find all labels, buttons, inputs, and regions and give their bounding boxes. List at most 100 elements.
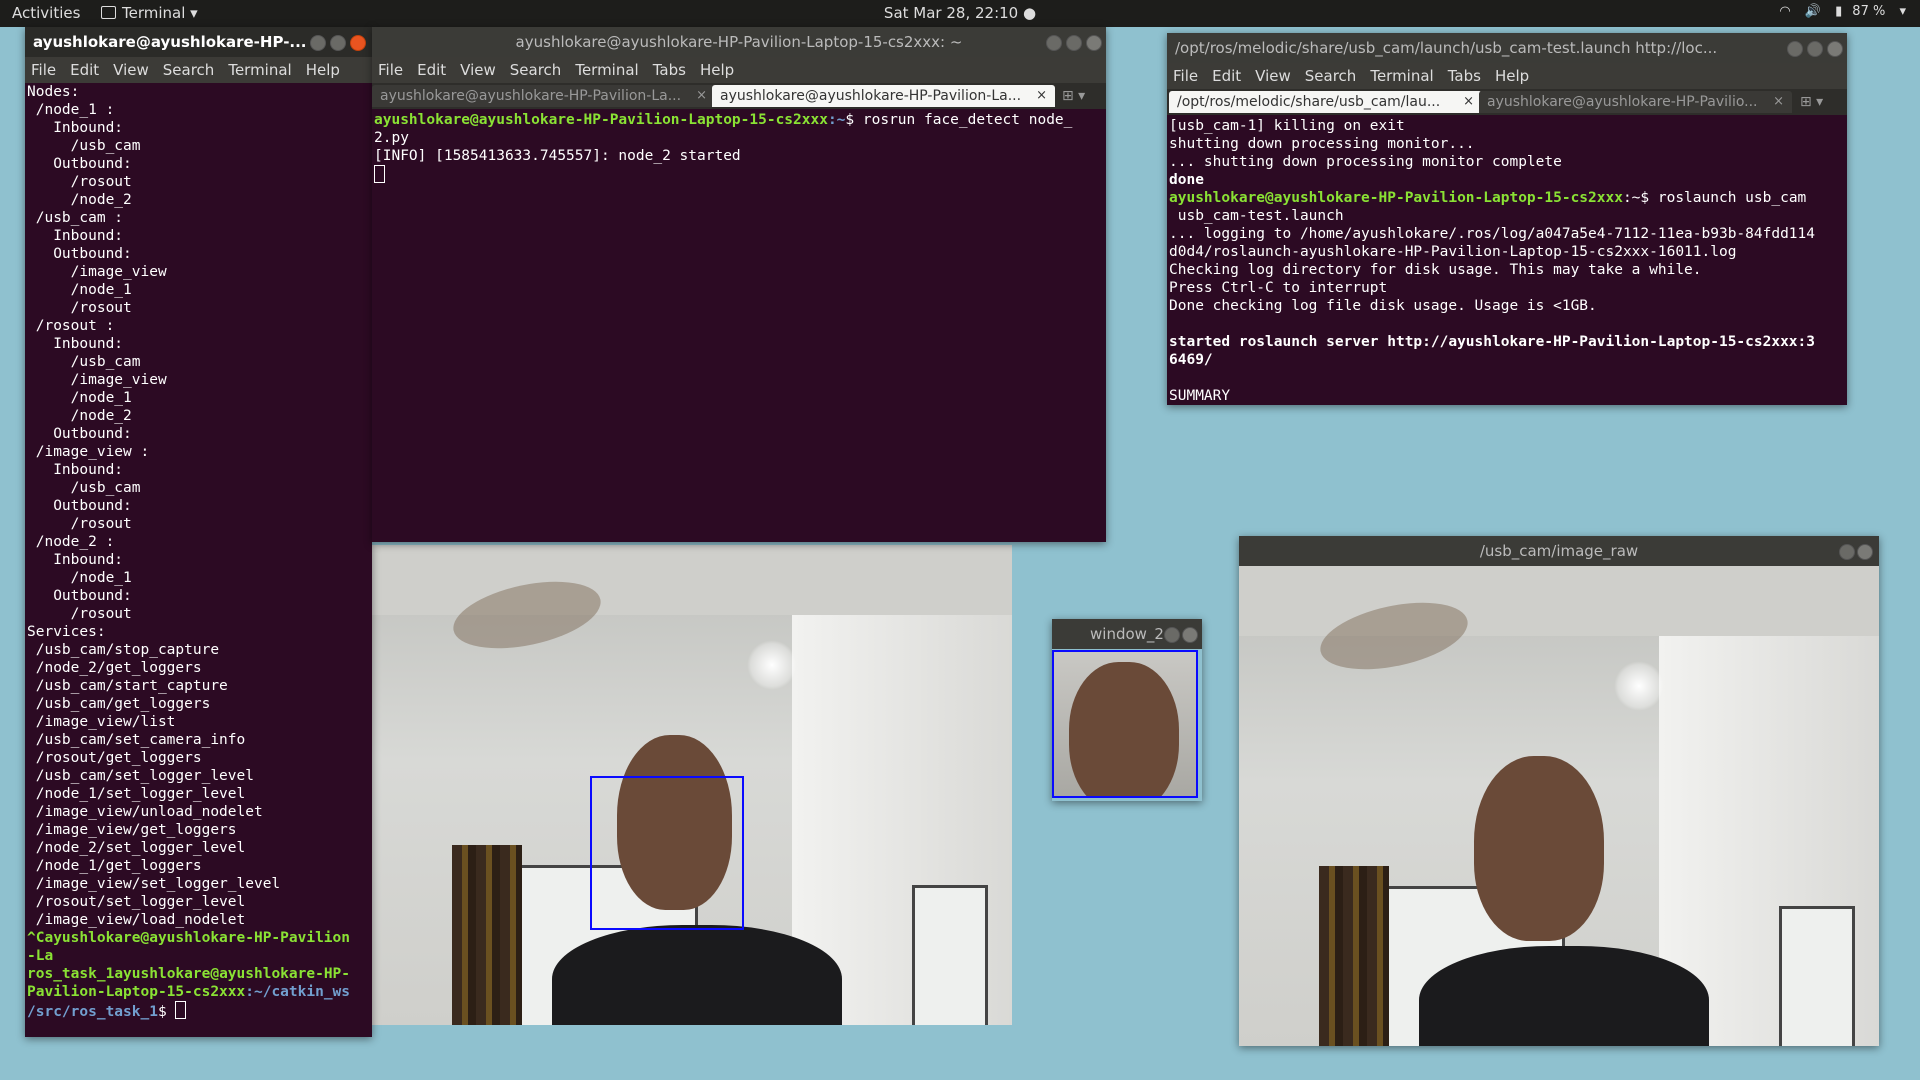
terminal-line: /rosout [27, 516, 132, 532]
menu-file[interactable]: File [1173, 67, 1198, 85]
tab-bar: /opt/ros/melodic/share/usb_cam/lau... × a… [1167, 89, 1847, 115]
maximize-button[interactable] [330, 35, 346, 51]
tab-1[interactable]: ayushlokare@ayushlokare-HP-Pavilion-La..… [372, 85, 715, 107]
terminal-line: /image_view/unload_nodelet [27, 804, 263, 820]
chevron-down-icon: ▾ [1899, 4, 1906, 19]
minimize-button[interactable] [1046, 35, 1062, 51]
maximize-button[interactable] [1807, 41, 1823, 57]
system-status[interactable]: ◠ 🔊 ▮ 87 % ▾ [1769, 4, 1906, 19]
terminal-line: Inbound: [27, 120, 124, 136]
menu-help[interactable]: Help [306, 61, 340, 79]
terminal-window-rosnode[interactable]: ayushlokare@ayushlokare-HP-... File Edit V… [25, 27, 372, 1037]
close-button[interactable] [1857, 544, 1873, 560]
terminal-window-face-detect[interactable]: ayushlokare@ayushlokare-HP-Pavilion-Lapt… [372, 27, 1106, 542]
menu-edit[interactable]: Edit [70, 61, 99, 79]
image-raw-window[interactable]: /usb_cam/image_raw [1239, 536, 1879, 1046]
menu-edit[interactable]: Edit [417, 61, 446, 79]
detected-face-box [590, 776, 744, 930]
close-tab-icon[interactable]: × [696, 85, 707, 107]
top-bar: Activities Terminal ▾ Sat Mar 28, 22:10 … [0, 0, 1920, 27]
terminal-output[interactable]: [usb_cam-1] killing on exit shutting down… [1167, 115, 1847, 405]
window-2-face-crop[interactable]: window_2 [1052, 619, 1202, 801]
terminal-line: /node_2 [27, 192, 132, 208]
menu-terminal[interactable]: Terminal [228, 61, 291, 79]
terminal-line: /usb_cam : [27, 210, 124, 226]
face-detect-feed [372, 545, 1012, 1025]
terminal-line: Inbound: [27, 552, 124, 568]
terminal-output[interactable]: Nodes: /node_1 : Inbound: /usb_cam Outbo… [25, 83, 372, 1037]
close-button[interactable] [1182, 627, 1198, 643]
terminal-line: /node_1 [27, 390, 132, 406]
close-tab-icon[interactable]: × [1463, 91, 1474, 113]
window-titlebar[interactable]: /opt/ros/melodic/share/usb_cam/launch/us… [1167, 33, 1847, 63]
tab-2[interactable]: ayushlokare@ayushlokare-HP-Pavilio... × [1479, 91, 1792, 113]
terminal-line: /node_2 : [27, 534, 115, 550]
terminal-line: /node_2 [27, 408, 132, 424]
menu-tabs[interactable]: Tabs [653, 61, 686, 79]
terminal-line: /image_view/list [27, 714, 176, 730]
close-button[interactable] [1827, 41, 1843, 57]
terminal-line: /usb_cam [27, 138, 141, 154]
window-titlebar[interactable]: ayushlokare@ayushlokare-HP-Pavilion-Lapt… [372, 27, 1106, 57]
terminal-line: Outbound: [27, 498, 132, 514]
terminal-line: /rosout [27, 606, 132, 622]
tab-2[interactable]: ayushlokare@ayushlokare-HP-Pavilion-La..… [712, 85, 1055, 107]
terminal-line: /rosout : [27, 318, 115, 334]
terminal-line: Inbound: [27, 228, 124, 244]
menu-terminal[interactable]: Terminal [575, 61, 638, 79]
terminal-line: /node_2/get_loggers [27, 660, 202, 676]
menu-search[interactable]: Search [510, 61, 562, 79]
menu-tabs[interactable]: Tabs [1448, 67, 1481, 85]
terminal-line: Services: [27, 624, 106, 640]
menu-bar: File Edit View Search Terminal Tabs Help [372, 57, 1106, 83]
clock[interactable]: Sat Mar 28, 22:10 ● [0, 4, 1920, 22]
menu-terminal[interactable]: Terminal [1370, 67, 1433, 85]
minimize-button[interactable] [1164, 627, 1180, 643]
terminal-line: /node_1 [27, 282, 132, 298]
close-tab-icon[interactable]: × [1773, 91, 1784, 113]
terminal-line: Inbound: [27, 336, 124, 352]
close-button[interactable] [1086, 35, 1102, 51]
tab-bar: ayushlokare@ayushlokare-HP-Pavilion-La..… [372, 83, 1106, 109]
menu-view[interactable]: View [113, 61, 149, 79]
menu-search[interactable]: Search [1305, 67, 1357, 85]
menu-help[interactable]: Help [700, 61, 734, 79]
terminal-window-roslaunch[interactable]: /opt/ros/melodic/share/usb_cam/launch/us… [1167, 33, 1847, 405]
new-tab-icon[interactable]: ⊞ ▾ [1062, 88, 1085, 104]
maximize-button[interactable] [1066, 35, 1082, 51]
terminal-output[interactable]: ayushlokare@ayushlokare-HP-Pavilion-Lapt… [372, 109, 1106, 542]
new-tab-icon[interactable]: ⊞ ▾ [1800, 94, 1823, 110]
terminal-line: /image_view/get_loggers [27, 822, 237, 838]
menu-view[interactable]: View [460, 61, 496, 79]
terminal-line: /rosout [27, 300, 132, 316]
terminal-line: Nodes: [27, 84, 80, 100]
battery-level: 87 % [1852, 4, 1886, 19]
menu-file[interactable]: File [31, 61, 56, 79]
menu-help[interactable]: Help [1495, 67, 1529, 85]
minimize-button[interactable] [310, 35, 326, 51]
menu-edit[interactable]: Edit [1212, 67, 1241, 85]
terminal-line: Outbound: [27, 156, 132, 172]
close-tab-icon[interactable]: × [1036, 85, 1047, 107]
terminal-line: Outbound: [27, 588, 132, 604]
battery-icon: ▮ [1835, 4, 1843, 19]
terminal-line: /rosout [27, 174, 132, 190]
minimize-button[interactable] [1839, 544, 1855, 560]
terminal-line: /image_view [27, 264, 167, 280]
menu-view[interactable]: View [1255, 67, 1291, 85]
close-button[interactable] [350, 35, 366, 51]
menu-file[interactable]: File [378, 61, 403, 79]
terminal-line: Outbound: [27, 426, 132, 442]
terminal-line: /node_1 : [27, 102, 115, 118]
terminal-line: /image_view/set_logger_level [27, 876, 281, 892]
tab-1[interactable]: /opt/ros/melodic/share/usb_cam/lau... × [1169, 91, 1482, 113]
menu-search[interactable]: Search [163, 61, 215, 79]
terminal-line: /usb_cam/start_capture [27, 678, 228, 694]
terminal-line: /usb_cam [27, 480, 141, 496]
terminal-line: /usb_cam/set_camera_info [27, 732, 246, 748]
window-titlebar[interactable]: /usb_cam/image_raw [1239, 536, 1879, 566]
terminal-line: Inbound: [27, 462, 124, 478]
minimize-button[interactable] [1787, 41, 1803, 57]
terminal-line: /usb_cam [27, 354, 141, 370]
terminal-line: /image_view : [27, 444, 150, 460]
